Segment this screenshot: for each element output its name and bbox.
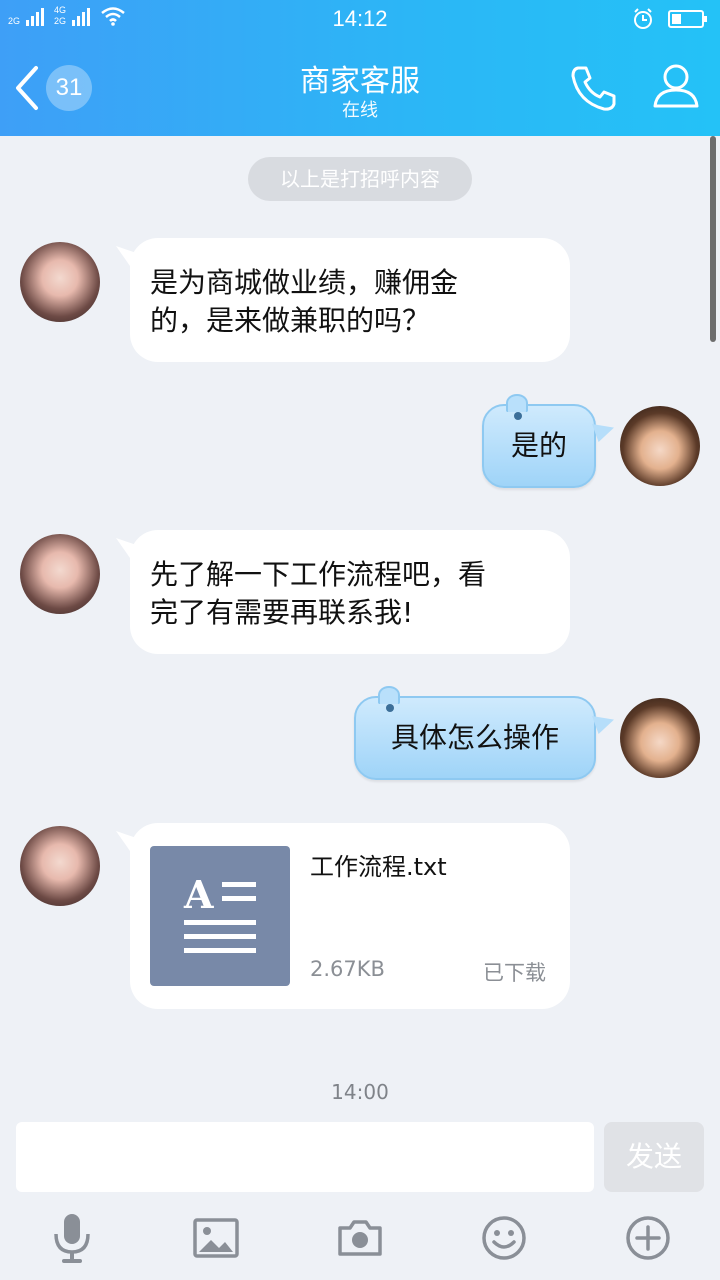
send-button[interactable]: 发送	[604, 1122, 704, 1192]
battery-icon	[668, 10, 707, 28]
merchant-avatar[interactable]	[20, 242, 100, 322]
message-line: 完了有需要再联系我!	[150, 596, 414, 629]
message-input[interactable]	[16, 1122, 594, 1192]
scrollbar[interactable]	[710, 136, 716, 342]
camera-button[interactable]	[332, 1208, 388, 1268]
message-bubble-received[interactable]: 是为商城做业绩，赚佣金 的，是来做兼职的吗？	[130, 238, 570, 362]
text-file-icon: A	[150, 846, 290, 986]
microphone-icon	[54, 1214, 90, 1263]
nav-bar: 31 商家客服 在线	[0, 38, 720, 136]
status-time: 14:12	[332, 6, 388, 31]
call-button[interactable]	[568, 62, 620, 114]
file-download-status: 已下载	[483, 961, 546, 985]
merchant-avatar[interactable]	[20, 826, 100, 906]
plus-icon	[626, 1216, 670, 1260]
header: 2G 4G 2G 14:12 31 商家客服 在线	[0, 0, 720, 136]
message-text: 具体怎么操作	[390, 721, 559, 754]
file-name: 工作流程.txt	[310, 853, 447, 881]
camera-icon	[338, 1220, 382, 1256]
user-icon	[653, 64, 699, 108]
phone-icon	[571, 66, 616, 111]
svg-text:A: A	[183, 872, 214, 917]
photo-button[interactable]	[188, 1208, 244, 1268]
emoji-icon	[482, 1216, 526, 1260]
emoji-button[interactable]	[476, 1208, 532, 1268]
message-text: 是的	[510, 429, 567, 462]
status-right	[632, 8, 708, 30]
message-line: 是为商城做业绩，赚佣金	[150, 266, 459, 299]
message-bubble-sent[interactable]: 具体怎么操作	[354, 686, 614, 780]
user-avatar[interactable]	[620, 698, 700, 778]
message-timestamp: 14:00	[331, 1080, 389, 1104]
status-bar: 2G 4G 2G 14:12	[0, 0, 720, 38]
more-button[interactable]	[620, 1208, 676, 1268]
image-icon	[193, 1218, 239, 1258]
file-message[interactable]: A 工作流程.txt 2.67KB 已下载	[130, 823, 570, 1009]
message-line: 的，是来做兼职的吗？	[150, 304, 431, 337]
alarm-icon	[634, 8, 652, 29]
message-line: 先了解一下工作流程吧，看	[150, 558, 487, 591]
merchant-avatar[interactable]	[20, 534, 100, 614]
message-bubble-sent[interactable]: 是的	[482, 394, 614, 488]
message-bubble-received[interactable]: 先了解一下工作流程吧，看 完了有需要再联系我!	[130, 530, 570, 654]
greeting-notice: 以上是打招呼内容	[248, 157, 472, 201]
file-size: 2.67KB	[310, 957, 385, 981]
user-avatar[interactable]	[620, 406, 700, 486]
voice-button[interactable]	[44, 1208, 100, 1268]
contact-profile-button[interactable]	[650, 60, 702, 112]
